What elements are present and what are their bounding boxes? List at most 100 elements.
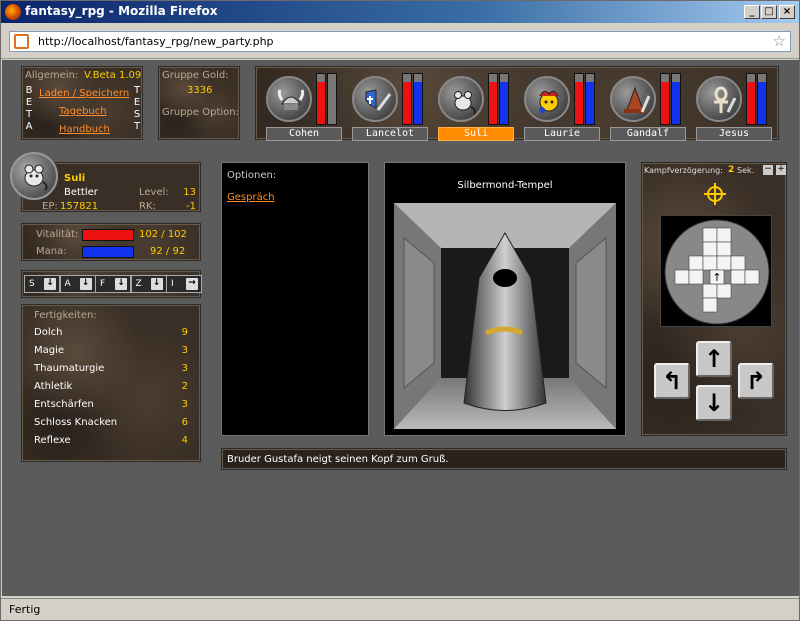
- test-letter: T: [133, 85, 141, 96]
- skill-name: Athletik: [34, 381, 73, 392]
- hero-portrait[interactable]: [696, 76, 742, 122]
- version-text: V.Beta 1.09: [84, 70, 142, 81]
- combat-delay-label: Kampfverzögerung:: [644, 166, 723, 175]
- hero-mana-bar: [413, 73, 423, 125]
- manual-link[interactable]: Handbuch: [59, 124, 110, 135]
- location-title: Silbermond-Tempel: [457, 180, 553, 191]
- skill-name: Magie: [34, 345, 65, 356]
- arrow-down-icon: ↓: [150, 278, 163, 290]
- combat-delay-unit: Sek.: [737, 166, 755, 175]
- hero-hp-fill: [661, 81, 669, 124]
- ep-value: 157821: [60, 201, 99, 212]
- title-bar: fantasy_rpg - Mozilla Firefox _ □ ×: [1, 1, 799, 23]
- hero-name[interactable]: Cohen: [266, 127, 342, 141]
- slot-label: F: [100, 279, 106, 289]
- group-gold-label: Gruppe Gold:: [162, 70, 229, 81]
- level-value: 13: [183, 187, 196, 198]
- hero-portrait[interactable]: [266, 76, 312, 122]
- wizard-hat-icon: [624, 86, 650, 113]
- hero-slot[interactable]: Suli: [436, 73, 514, 141]
- hero-portrait[interactable]: [438, 76, 484, 122]
- minimize-button[interactable]: _: [744, 5, 760, 19]
- rat-icon: [454, 91, 476, 115]
- mana-label: Mana:: [36, 246, 67, 257]
- skill-name: Entschärfen: [34, 399, 94, 410]
- close-button[interactable]: ×: [779, 5, 795, 19]
- hero-hp-bar: [402, 73, 412, 125]
- delay-minus-button[interactable]: −: [763, 165, 773, 175]
- hero-mana-fill: [414, 81, 422, 124]
- slot-button-s[interactable]: S ↓: [24, 275, 60, 293]
- general-label: Allgemein:: [25, 70, 79, 81]
- hero-mana-bar: [757, 73, 767, 125]
- hero-mana-bar: [671, 73, 681, 125]
- arrow-down-icon: ↓: [115, 278, 127, 290]
- mana-bar-fill: [83, 247, 133, 257]
- hero-mana-bar: [499, 73, 509, 125]
- delay-plus-button[interactable]: +: [776, 165, 786, 175]
- skill-value: 6: [181, 417, 188, 428]
- vitals-panel: Vitalität: 102 / 102 Mana: 92 / 92: [21, 223, 201, 261]
- hero-portrait[interactable]: [524, 76, 570, 122]
- ankh-icon: [714, 86, 736, 113]
- hero-slot[interactable]: Cohen: [264, 73, 342, 141]
- group-option-label: Gruppe Option:: [162, 107, 239, 118]
- hero-name[interactable]: Lancelot: [352, 127, 428, 141]
- rat-icon: [24, 164, 48, 191]
- slot-button-f[interactable]: F ↓: [95, 275, 131, 293]
- hero-portrait[interactable]: [352, 76, 398, 122]
- firefox-icon: [5, 4, 21, 20]
- mana-bar: [82, 246, 134, 258]
- hero-hp-fill: [403, 81, 411, 124]
- vitality-value: 102 / 102: [139, 229, 187, 240]
- url-text: http://localhost/fantasy_rpg/new_party.p…: [38, 35, 274, 48]
- hero-portrait[interactable]: [610, 76, 656, 122]
- hero-slot[interactable]: Lancelot: [350, 73, 428, 141]
- combat-delay-value: 2: [728, 165, 735, 175]
- party-panel: Cohen Lancelot Suli Laurie Gandalf Jesus: [255, 66, 779, 141]
- hero-slot[interactable]: Jesus: [694, 73, 772, 141]
- slot-label: Z: [135, 279, 142, 289]
- move-forward-button[interactable]: ↑: [696, 341, 732, 377]
- beta-letter: E: [25, 97, 33, 108]
- hero-slot[interactable]: Laurie: [522, 73, 600, 141]
- page-favicon: [14, 34, 29, 49]
- mana-value: 92 / 92: [150, 246, 186, 257]
- turn-right-button[interactable]: ↱: [738, 363, 774, 399]
- hero-name[interactable]: Suli: [438, 127, 514, 141]
- slot-button-a[interactable]: A ↓: [59, 275, 96, 293]
- turn-left-button[interactable]: ↰: [654, 363, 690, 399]
- diary-link[interactable]: Tagebuch: [59, 106, 107, 117]
- skill-value: 4: [181, 435, 188, 446]
- test-letter: S: [133, 109, 141, 120]
- navigation-panel: Kampfverzögerung: 2 Sek. − + ↑ ↑ ↰ ↱ ↓: [641, 162, 787, 436]
- move-back-button[interactable]: ↓: [696, 385, 732, 421]
- dungeon-view: Silbermond-Tempel: [384, 162, 626, 436]
- bookmark-star-icon[interactable]: ☆: [773, 32, 786, 50]
- slot-button-i[interactable]: I →: [166, 275, 202, 293]
- test-letters: T E S T: [132, 85, 142, 133]
- arrow-right-icon: →: [186, 278, 198, 290]
- url-field[interactable]: http://localhost/fantasy_rpg/new_party.p…: [9, 31, 791, 52]
- vitality-bar: [82, 229, 134, 241]
- skill-name: Schloss Knacken: [34, 417, 118, 428]
- hero-name[interactable]: Jesus: [696, 127, 772, 141]
- hero-name[interactable]: Laurie: [524, 127, 600, 141]
- vitality-label: Vitalität:: [36, 229, 79, 240]
- jester-icon: [539, 90, 559, 113]
- hero-hp-bar: [746, 73, 756, 125]
- slot-button-z[interactable]: Z ↓: [130, 275, 167, 293]
- test-letter: E: [133, 97, 141, 108]
- beta-letter: B: [25, 85, 33, 96]
- maximize-button[interactable]: □: [761, 5, 777, 19]
- hero-hp-bar: [660, 73, 670, 125]
- hero-slot[interactable]: Gandalf: [608, 73, 686, 141]
- group-gold-value: 3336: [187, 85, 213, 96]
- hero-hp-fill: [489, 81, 497, 124]
- hero-mana-fill: [758, 81, 766, 124]
- character-portrait[interactable]: [10, 152, 58, 200]
- talk-link[interactable]: Gespräch: [227, 192, 275, 203]
- hero-name[interactable]: Gandalf: [610, 127, 686, 141]
- load-save-link[interactable]: Laden / Speichern: [39, 88, 129, 99]
- compass-icon: [704, 183, 726, 205]
